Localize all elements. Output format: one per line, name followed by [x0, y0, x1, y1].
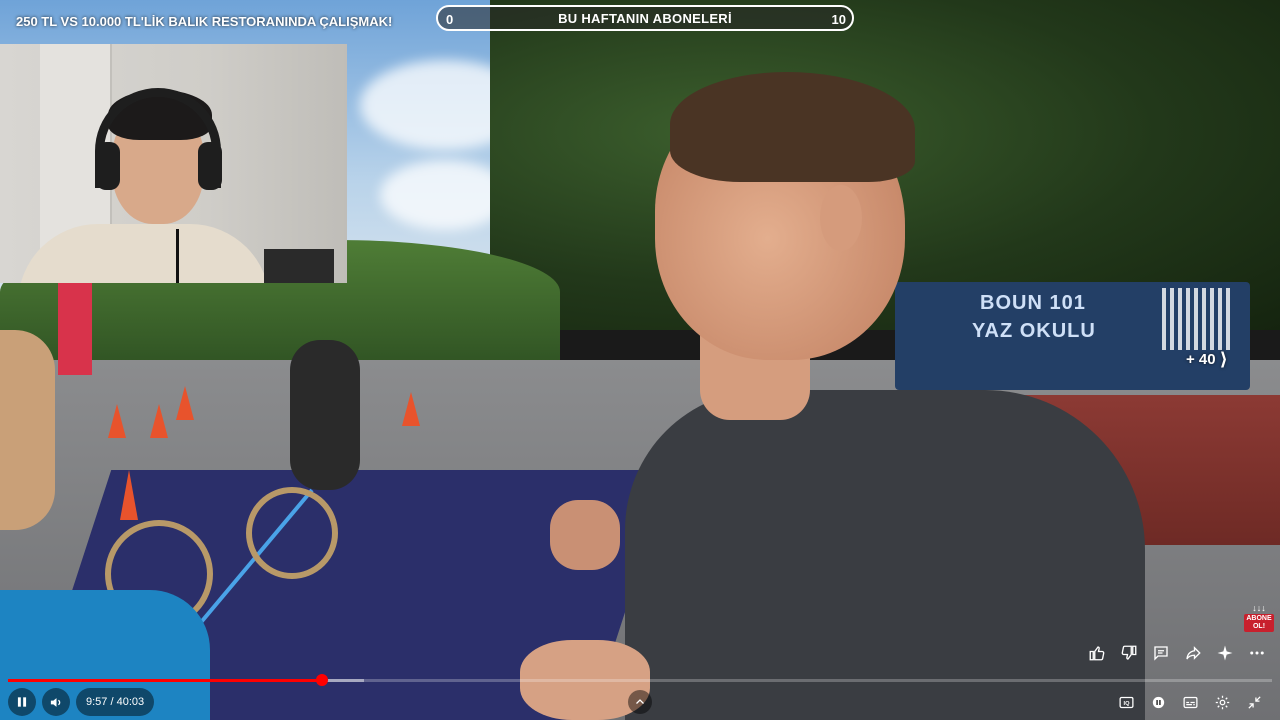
man-hair: [670, 72, 915, 182]
thumbs-up-icon: [1089, 646, 1105, 661]
athlete: [290, 340, 360, 490]
hand-with-mic: [550, 500, 620, 570]
action-row: [1084, 640, 1270, 666]
traffic-cone: [120, 470, 138, 520]
red-flag: [58, 283, 92, 375]
quality-button[interactable]: IQ: [1112, 688, 1140, 716]
thumbs-down-icon: [1121, 645, 1137, 660]
like-button[interactable]: [1084, 640, 1110, 666]
volume-button[interactable]: [42, 688, 70, 716]
exit-fullscreen-icon: [1247, 695, 1261, 709]
pause-icon: [17, 697, 27, 707]
comments-button[interactable]: [1148, 640, 1174, 666]
quality-icon: IQ: [1118, 696, 1134, 708]
settings-button[interactable]: [1208, 688, 1236, 716]
video-title: 250 TL VS 10.000 TL'LİK BALIK RESTORANIN…: [16, 14, 393, 29]
banner-text-2: YAZ OKULU: [972, 320, 1096, 342]
headphone-cup: [96, 142, 120, 190]
share-icon: [1186, 646, 1201, 660]
traffic-cone: [402, 392, 420, 426]
more-dots-icon: [1250, 651, 1264, 655]
volume-icon: [50, 697, 60, 707]
right-controls: IQ: [1112, 688, 1268, 716]
comment-icon: [1154, 646, 1168, 661]
webcam-desk: [264, 249, 334, 283]
qr-code: [1162, 288, 1234, 350]
subscriber-goal-bar: 0 BU HAFTANIN ABONELERİ 10: [436, 5, 854, 31]
foreground-person-head: [0, 330, 55, 530]
traffic-cone: [176, 386, 194, 420]
svg-text:IQ: IQ: [1123, 700, 1130, 706]
chevron-right-icon: ⟩: [1219, 349, 1228, 369]
subscribe-badge[interactable]: ↓↓↓ ABONE OL!: [1244, 604, 1274, 632]
bicycle-wheel: [246, 487, 338, 579]
progress-played: [8, 679, 323, 682]
dislike-button[interactable]: [1116, 640, 1142, 666]
subscribe-badge-text: ABONE OL!: [1244, 614, 1274, 632]
subscriber-goal-max: 10: [831, 12, 846, 27]
progress-scrubber[interactable]: [316, 674, 329, 686]
time-display: 9:57 / 40:03: [76, 688, 155, 716]
man-shirt: [625, 390, 1145, 720]
subtitles-button[interactable]: [1176, 688, 1204, 716]
autoplay-icon: [1152, 696, 1164, 708]
headphone-cup: [198, 142, 222, 190]
ask-button[interactable]: [1212, 640, 1238, 666]
mic-cable: [176, 229, 179, 283]
more-count: + 40: [1186, 351, 1216, 368]
pause-button[interactable]: [8, 688, 36, 716]
webcam-overlay: [0, 44, 347, 283]
progress-bar[interactable]: [8, 674, 1272, 686]
man-ear: [820, 185, 862, 251]
down-arrows-icon: ↓↓↓: [1252, 603, 1266, 613]
more-button[interactable]: [1244, 640, 1270, 666]
sparkle-icon: [1217, 645, 1233, 661]
share-button[interactable]: [1180, 640, 1206, 666]
more-items-link[interactable]: + 40 ⟩: [1186, 349, 1228, 370]
expand-chapters-button[interactable]: [628, 690, 652, 714]
traffic-cone: [108, 404, 126, 438]
time-text: 9:57 / 40:03: [86, 696, 145, 708]
traffic-cone: [150, 404, 168, 438]
autoplay-toggle[interactable]: [1144, 688, 1172, 716]
gear-icon: [1215, 695, 1229, 709]
subtitles-icon: [1182, 696, 1198, 708]
exit-fullscreen-button[interactable]: [1240, 688, 1268, 716]
chevron-up-icon: [636, 699, 644, 704]
subscriber-goal-label: BU HAFTANIN ABONELERİ: [558, 11, 732, 26]
banner-text-1: BOUN 101: [980, 292, 1086, 314]
